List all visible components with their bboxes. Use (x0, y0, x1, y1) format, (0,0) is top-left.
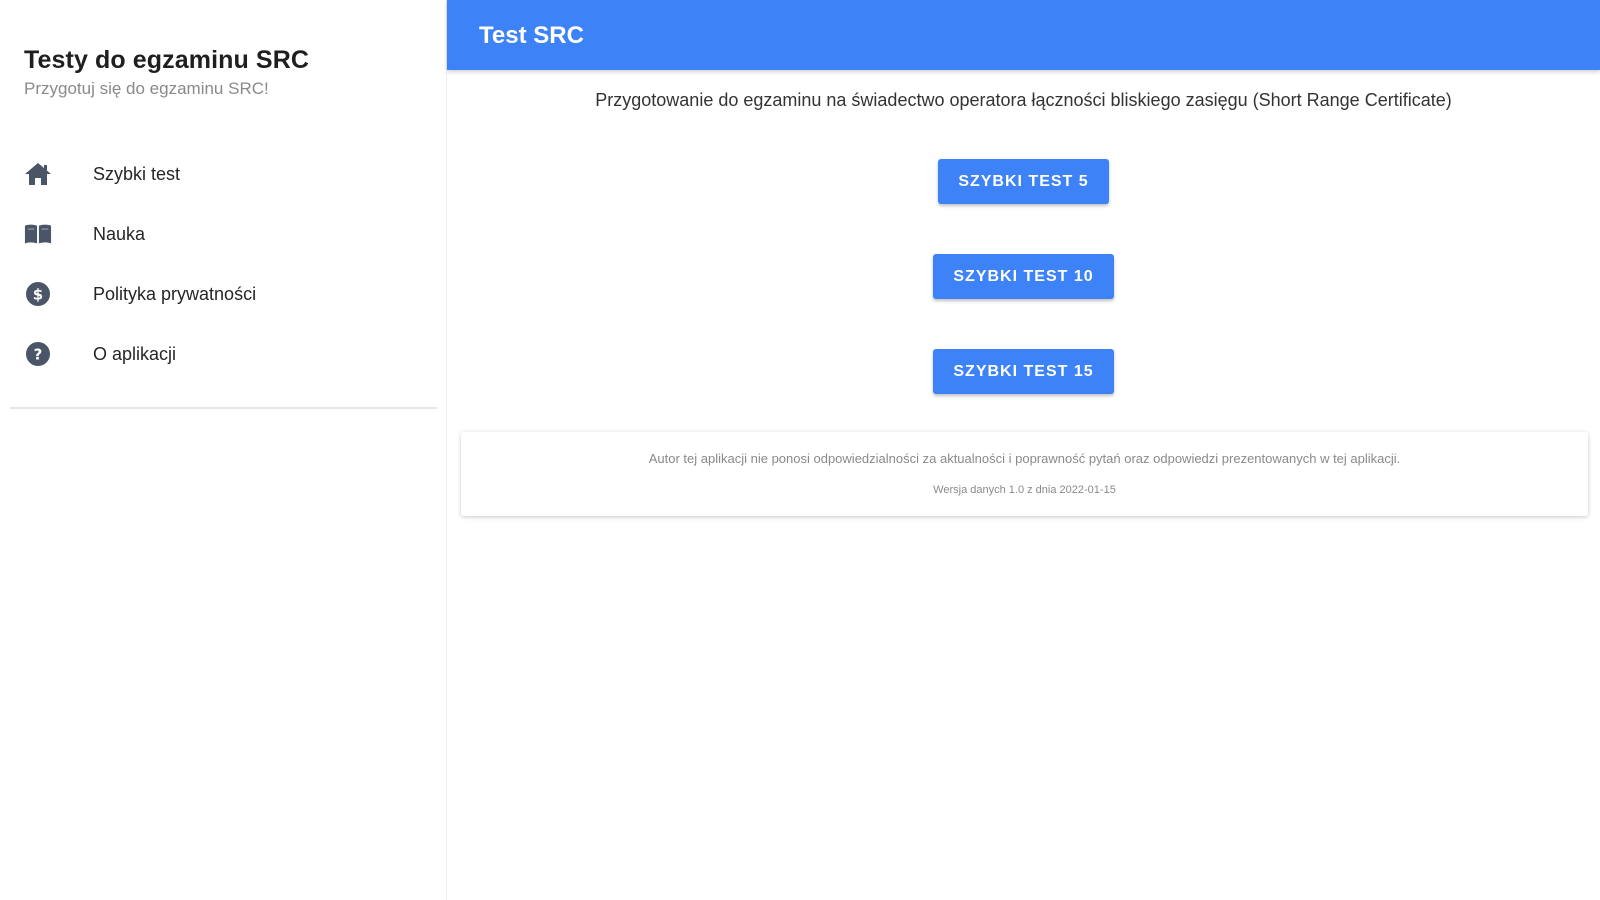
sidebar-divider (10, 407, 437, 409)
sidebar-item-label: Nauka (93, 223, 146, 244)
sidebar-nav: Szybki test Nauka $ Polityka prywatności… (0, 144, 447, 384)
help-circle-icon: ? (24, 340, 52, 368)
svg-text:$: $ (33, 286, 43, 304)
sidebar-item-o-aplikacji[interactable]: ? O aplikacji (0, 324, 447, 384)
home-icon (24, 160, 52, 188)
app-tagline: Przygotuj się do egzaminu SRC! (24, 79, 269, 98)
sidebar-item-polityka-prywatnosci[interactable]: $ Polityka prywatności (0, 264, 447, 324)
sidebar-header: Testy do egzaminu SRC Przygotuj się do e… (24, 46, 309, 99)
quick-test-10-button[interactable]: SZYBKI TEST 10 (933, 254, 1114, 299)
book-icon (24, 220, 52, 248)
page-title: Test SRC (479, 22, 584, 49)
sidebar-item-szybki-test[interactable]: Szybki test (0, 144, 447, 204)
disclaimer-card: Autor tej aplikacji nie ponosi odpowiedz… (461, 432, 1588, 516)
quick-test-15-button[interactable]: SZYBKI TEST 15 (933, 349, 1114, 394)
disclaimer-text: Autor tej aplikacji nie ponosi odpowiedz… (648, 451, 1401, 466)
main-content: Test SRC Przygotowanie do egzaminu na św… (447, 0, 1600, 900)
sidebar-item-nauka[interactable]: Nauka (0, 204, 447, 264)
sidebar: Testy do egzaminu SRC Przygotuj się do e… (0, 0, 447, 900)
intro-text: Przygotowanie do egzaminu na świadectwo … (595, 90, 1452, 110)
sidebar-item-label: O aplikacji (93, 343, 177, 364)
app-name: Testy do egzaminu SRC (24, 46, 310, 74)
data-version-text: Wersja danych 1.0 z dnia 2022-01-15 (933, 484, 1116, 496)
app-bar: Test SRC (447, 0, 1600, 70)
dollar-circle-icon: $ (24, 280, 52, 308)
svg-text:?: ? (34, 346, 43, 364)
app-window: Testy do egzaminu SRC Przygotuj się do e… (0, 0, 1600, 900)
sidebar-item-label: Szybki test (93, 163, 181, 184)
sidebar-item-label: Polityka prywatności (93, 283, 257, 304)
quick-test-5-button[interactable]: SZYBKI TEST 5 (938, 159, 1109, 204)
